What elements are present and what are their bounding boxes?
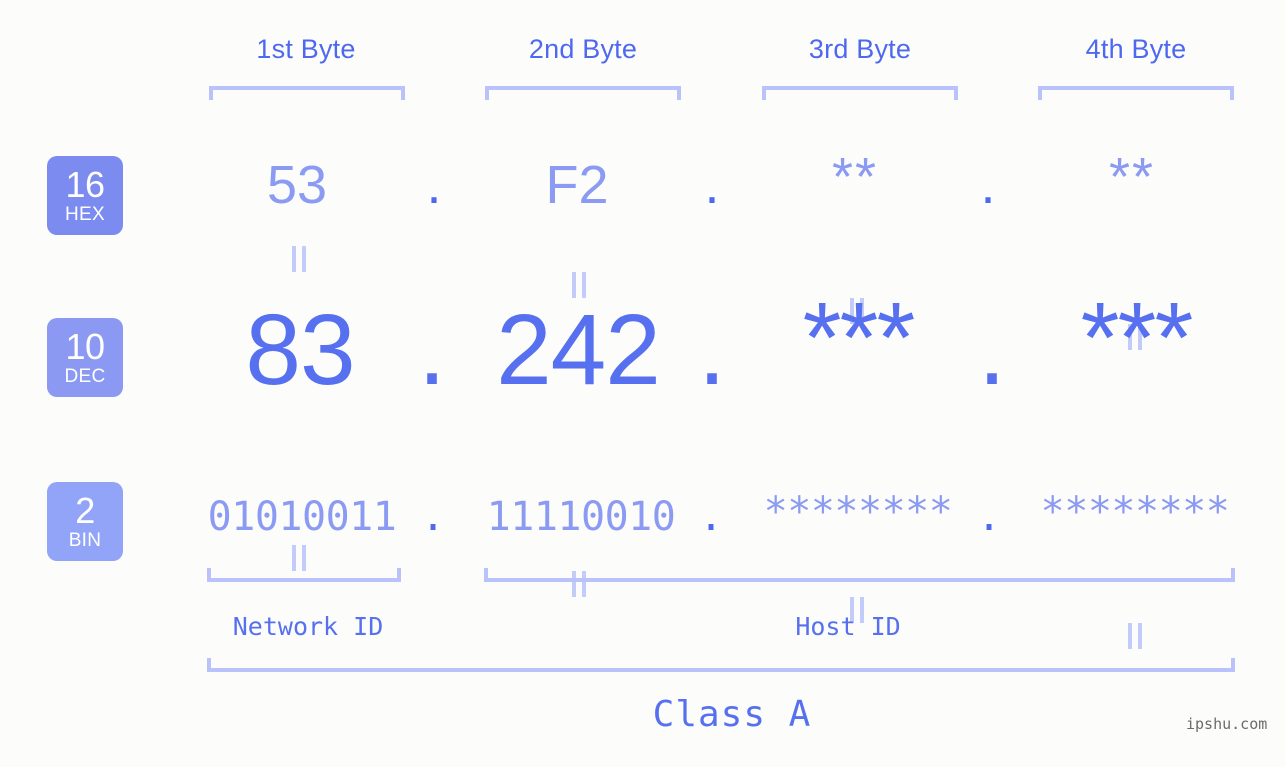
bin-byte-value-4: ******** <box>1040 489 1230 535</box>
byte-bracket-top-3 <box>762 86 958 100</box>
bin-byte-value-2: 11110010 <box>486 494 676 540</box>
base-badge-dec: 10 DEC <box>47 318 123 397</box>
byte-bracket-top-2 <box>485 86 681 100</box>
dec-separator-1: . <box>418 294 446 406</box>
equals-connector-hex-dec-1 <box>288 246 310 272</box>
byte-header-label-3: 3rd Byte <box>808 34 912 64</box>
bin-byte-value-3: ******** <box>763 489 953 535</box>
base-badge-hex-abbr: HEX <box>65 204 105 225</box>
dec-byte-value-1: 83 <box>245 294 355 406</box>
bin-separator-1: . <box>420 494 446 540</box>
bin-byte-value-1: 01010011 <box>207 494 397 540</box>
hex-separator-2: . <box>704 155 720 215</box>
dec-separator-2: . <box>698 294 726 406</box>
hex-separator-1: . <box>426 155 442 215</box>
byte-bracket-top-1 <box>209 86 405 100</box>
bin-separator-2: . <box>698 494 724 540</box>
site-watermark: ipshu.com <box>1186 715 1268 733</box>
bin-separator-3: . <box>976 494 1002 540</box>
base-badge-hex-number: 16 <box>65 164 105 205</box>
base-badge-dec-number: 10 <box>65 326 105 367</box>
ip-address-breakdown-diagram: 1st Byte 2nd Byte 3rd Byte 4th Byte 16 H… <box>0 0 1285 767</box>
base-badge-dec-abbr: DEC <box>64 366 106 387</box>
host-id-label: Host ID <box>795 612 901 641</box>
byte-header-label-4: 4th Byte <box>1085 34 1187 64</box>
base-badge-bin-abbr: BIN <box>68 530 102 551</box>
hex-byte-value-2: F2 <box>545 155 609 215</box>
byte-bracket-top-4 <box>1038 86 1234 100</box>
base-badge-bin: 2 BIN <box>47 482 123 561</box>
byte-header-label-1: 1st Byte <box>256 34 356 64</box>
hex-byte-value-1: 53 <box>266 155 328 215</box>
base-badge-hex: 16 HEX <box>47 156 123 235</box>
dec-separator-3: . <box>978 294 1006 406</box>
base-badge-bin-number: 2 <box>75 490 95 531</box>
network-id-label: Network ID <box>232 612 384 641</box>
hex-byte-value-4: ** <box>1108 147 1156 207</box>
equals-connector-dec-bin-4 <box>1124 623 1146 649</box>
dec-byte-value-3: *** <box>802 282 916 394</box>
dec-byte-value-2: 242 <box>496 294 661 406</box>
host-id-bracket <box>484 568 1235 582</box>
class-bracket <box>207 658 1235 672</box>
dec-byte-value-4: *** <box>1080 282 1194 394</box>
hex-separator-3: . <box>980 155 996 215</box>
network-id-bracket <box>207 568 401 582</box>
hex-byte-value-3: ** <box>831 147 879 207</box>
class-label: Class A <box>652 694 812 735</box>
byte-header-label-2: 2nd Byte <box>528 34 638 64</box>
